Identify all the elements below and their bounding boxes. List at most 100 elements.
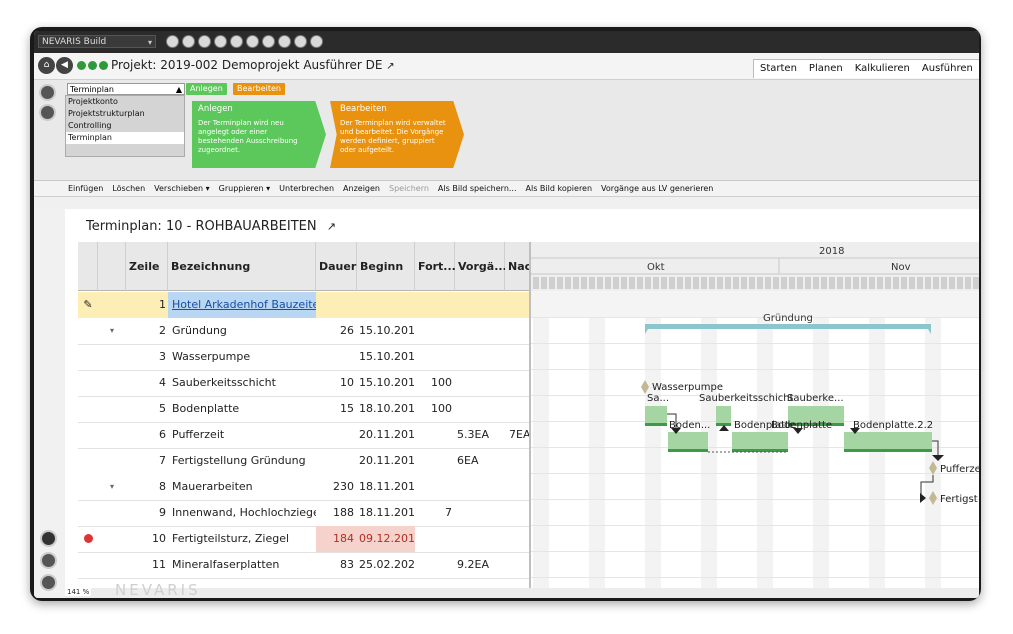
col-vorgaenger[interactable]: Vorgä... xyxy=(455,242,507,291)
module-list: Projektkonto Projektstrukturplan Control… xyxy=(65,95,185,157)
quick-tool-icon[interactable] xyxy=(198,35,211,48)
external-link-icon[interactable]: ↗ xyxy=(386,61,394,72)
task-duration xyxy=(316,292,357,318)
menu-item-planen[interactable]: Planen xyxy=(803,60,849,78)
settings-icon[interactable] xyxy=(39,84,56,101)
gantt-bar[interactable] xyxy=(668,432,708,449)
col-zeile[interactable]: Zeile xyxy=(126,242,168,291)
table-row[interactable]: 5Bodenplatte 15 18.10.2018 100 xyxy=(78,396,530,423)
gantt-month-okt: Okt xyxy=(647,262,665,273)
menu-item-kalkulieren[interactable]: Kalkulieren xyxy=(849,60,916,78)
card-bearbeiten[interactable]: Bearbeiten Der Terminplan wird verwaltet… xyxy=(330,101,464,168)
quick-tool-icon[interactable] xyxy=(230,35,243,48)
task-name[interactable]: Fertigteilsturz, Ziegel xyxy=(168,526,316,552)
mode-anlegen-button[interactable]: Anlegen xyxy=(186,83,227,95)
task-name[interactable]: Gründung xyxy=(168,318,316,344)
chevron-down-icon: ▾ xyxy=(147,38,152,47)
row-marker xyxy=(78,318,98,344)
card-title: Bearbeiten xyxy=(340,104,387,114)
task-name[interactable]: Innenwand, Hochlochziegel xyxy=(168,500,316,526)
list-item[interactable]: Projektstrukturplan xyxy=(66,108,184,120)
mode-bearbeiten-button[interactable]: Bearbeiten xyxy=(233,83,285,95)
app-switcher[interactable]: NEVARIS Build ▾ xyxy=(38,35,156,48)
module-dropdown[interactable]: Terminplan ▲ xyxy=(67,83,185,95)
task-successor xyxy=(505,448,530,474)
table-row[interactable]: 7Fertigstellung Gründung 20.11.2018 6EA xyxy=(78,448,530,475)
row-marker xyxy=(78,396,98,422)
quick-tool-icon[interactable] xyxy=(166,35,179,48)
task-progress xyxy=(415,448,455,474)
col-fortschritt[interactable]: Fort... xyxy=(415,242,456,291)
quick-tool-icon[interactable] xyxy=(278,35,291,48)
table-row[interactable]: ✎ 1Hotel Arkadenhof Bauzeitenpl xyxy=(78,292,530,319)
quick-tool-icon[interactable] xyxy=(310,35,323,48)
quick-tool-icon[interactable] xyxy=(262,35,275,48)
project-title: Projekt: 2019-002 Demoprojekt Ausführer … xyxy=(111,58,395,72)
back-icon[interactable]: ◀ xyxy=(56,57,73,74)
task-successor xyxy=(505,396,530,422)
panel-icon[interactable] xyxy=(39,104,56,121)
toolbar-save-image[interactable]: Als Bild speichern... xyxy=(438,184,517,193)
col-dauer[interactable]: Dauer xyxy=(316,242,357,291)
task-name[interactable]: Mineralfaserplatten xyxy=(168,552,316,578)
gantt-bar[interactable] xyxy=(844,432,932,449)
task-duration xyxy=(316,344,357,370)
table-row[interactable]: 4Sauberkeitsschicht 10 15.10.2018 100 xyxy=(78,370,530,397)
zoom-level[interactable]: 141 % xyxy=(65,588,92,596)
task-name[interactable]: Sauberkeitsschicht xyxy=(168,370,316,396)
toolbar-group[interactable]: Gruppieren ▾ xyxy=(219,184,271,193)
card-anlegen[interactable]: Anlegen Der Terminplan wird neu angelegt… xyxy=(192,101,326,168)
toolbar-insert[interactable]: Einfügen xyxy=(68,184,103,193)
row-marker xyxy=(78,552,98,578)
menu-item-starten[interactable]: Starten xyxy=(754,60,803,78)
task-name[interactable]: Fertigstellung Gründung xyxy=(168,448,316,474)
toolbar-copy-image[interactable]: Als Bild kopieren xyxy=(526,184,593,193)
quick-tool-icon[interactable] xyxy=(246,35,259,48)
toolbar-show[interactable]: Anzeigen xyxy=(343,184,380,193)
table-row[interactable]: 10Fertigteilsturz, Ziegel18409.12.2019 xyxy=(78,526,530,553)
gantt-bar[interactable] xyxy=(732,432,788,449)
table-row[interactable]: ▾ 2Gründung 26 15.10.2018 xyxy=(78,318,530,345)
list-item[interactable]: Controlling xyxy=(66,120,184,132)
expand-icon[interactable]: ▾ xyxy=(98,474,126,500)
card-title: Anlegen xyxy=(198,104,233,114)
expand-icon[interactable]: ▾ xyxy=(98,318,126,344)
table-row[interactable]: ▾ 8Mauerarbeiten 230 18.11.2019 xyxy=(78,474,530,501)
toolbar-generate[interactable]: Vorgänge aus LV generieren xyxy=(601,184,713,193)
gantt-label: Bodenplatte.2.2 xyxy=(853,420,933,431)
task-duration: 26 xyxy=(340,324,354,337)
task-name[interactable]: Mauerarbeiten xyxy=(168,474,316,500)
task-name[interactable]: Hotel Arkadenhof Bauzeitenpl xyxy=(168,292,316,318)
toolbar-interrupt[interactable]: Unterbrechen xyxy=(279,184,334,193)
document-icon[interactable] xyxy=(40,574,57,591)
quick-tool-icon[interactable] xyxy=(294,35,307,48)
task-name[interactable]: Bodenplatte xyxy=(168,396,316,422)
gantt-summary-bar[interactable] xyxy=(645,324,931,329)
toolbar-delete[interactable]: Löschen xyxy=(112,184,145,193)
gantt-bar[interactable] xyxy=(645,406,667,423)
col-bezeichnung[interactable]: Bezeichnung xyxy=(168,242,316,291)
table-row[interactable]: 11Mineralfaserplatten 83 25.02.2020 9.2EA xyxy=(78,552,530,579)
external-link-icon[interactable]: ↗ xyxy=(327,220,336,233)
gantt-canvas: 2018 Okt Nov Gründung Wasserpumpe Sa... … xyxy=(531,242,979,598)
list-item[interactable]: Terminplan xyxy=(66,132,184,144)
quick-tool-icon[interactable] xyxy=(214,35,227,48)
home-icon[interactable]: ⌂ xyxy=(38,57,55,74)
col-nachfolger[interactable]: Nac xyxy=(505,242,531,291)
table-row[interactable]: 6Pufferzeit 20.11.2018 5.3EA 7EA xyxy=(78,422,530,449)
quick-tool-icon[interactable] xyxy=(182,35,195,48)
task-name[interactable]: Wasserpumpe xyxy=(168,344,316,370)
menu-item-ausfuehren[interactable]: Ausführen xyxy=(916,60,979,78)
nav-up-icon[interactable] xyxy=(40,530,57,547)
table-row[interactable]: 9Innenwand, Hochlochziegel 188 18.11.2019 7 xyxy=(78,500,530,527)
document-icon[interactable] xyxy=(40,552,57,569)
table-row[interactable]: 3Wasserpumpe 15.10.2018 xyxy=(78,344,530,371)
toolbar-move[interactable]: Verschieben ▾ xyxy=(154,184,209,193)
row-marker xyxy=(78,370,98,396)
col-beginn[interactable]: Beginn xyxy=(357,242,415,291)
gantt-progress xyxy=(844,449,932,452)
gantt-progress xyxy=(645,423,667,426)
list-item[interactable]: Projektkonto xyxy=(66,96,184,108)
gantt-bar[interactable] xyxy=(716,406,731,423)
task-name[interactable]: Pufferzeit xyxy=(168,422,316,448)
